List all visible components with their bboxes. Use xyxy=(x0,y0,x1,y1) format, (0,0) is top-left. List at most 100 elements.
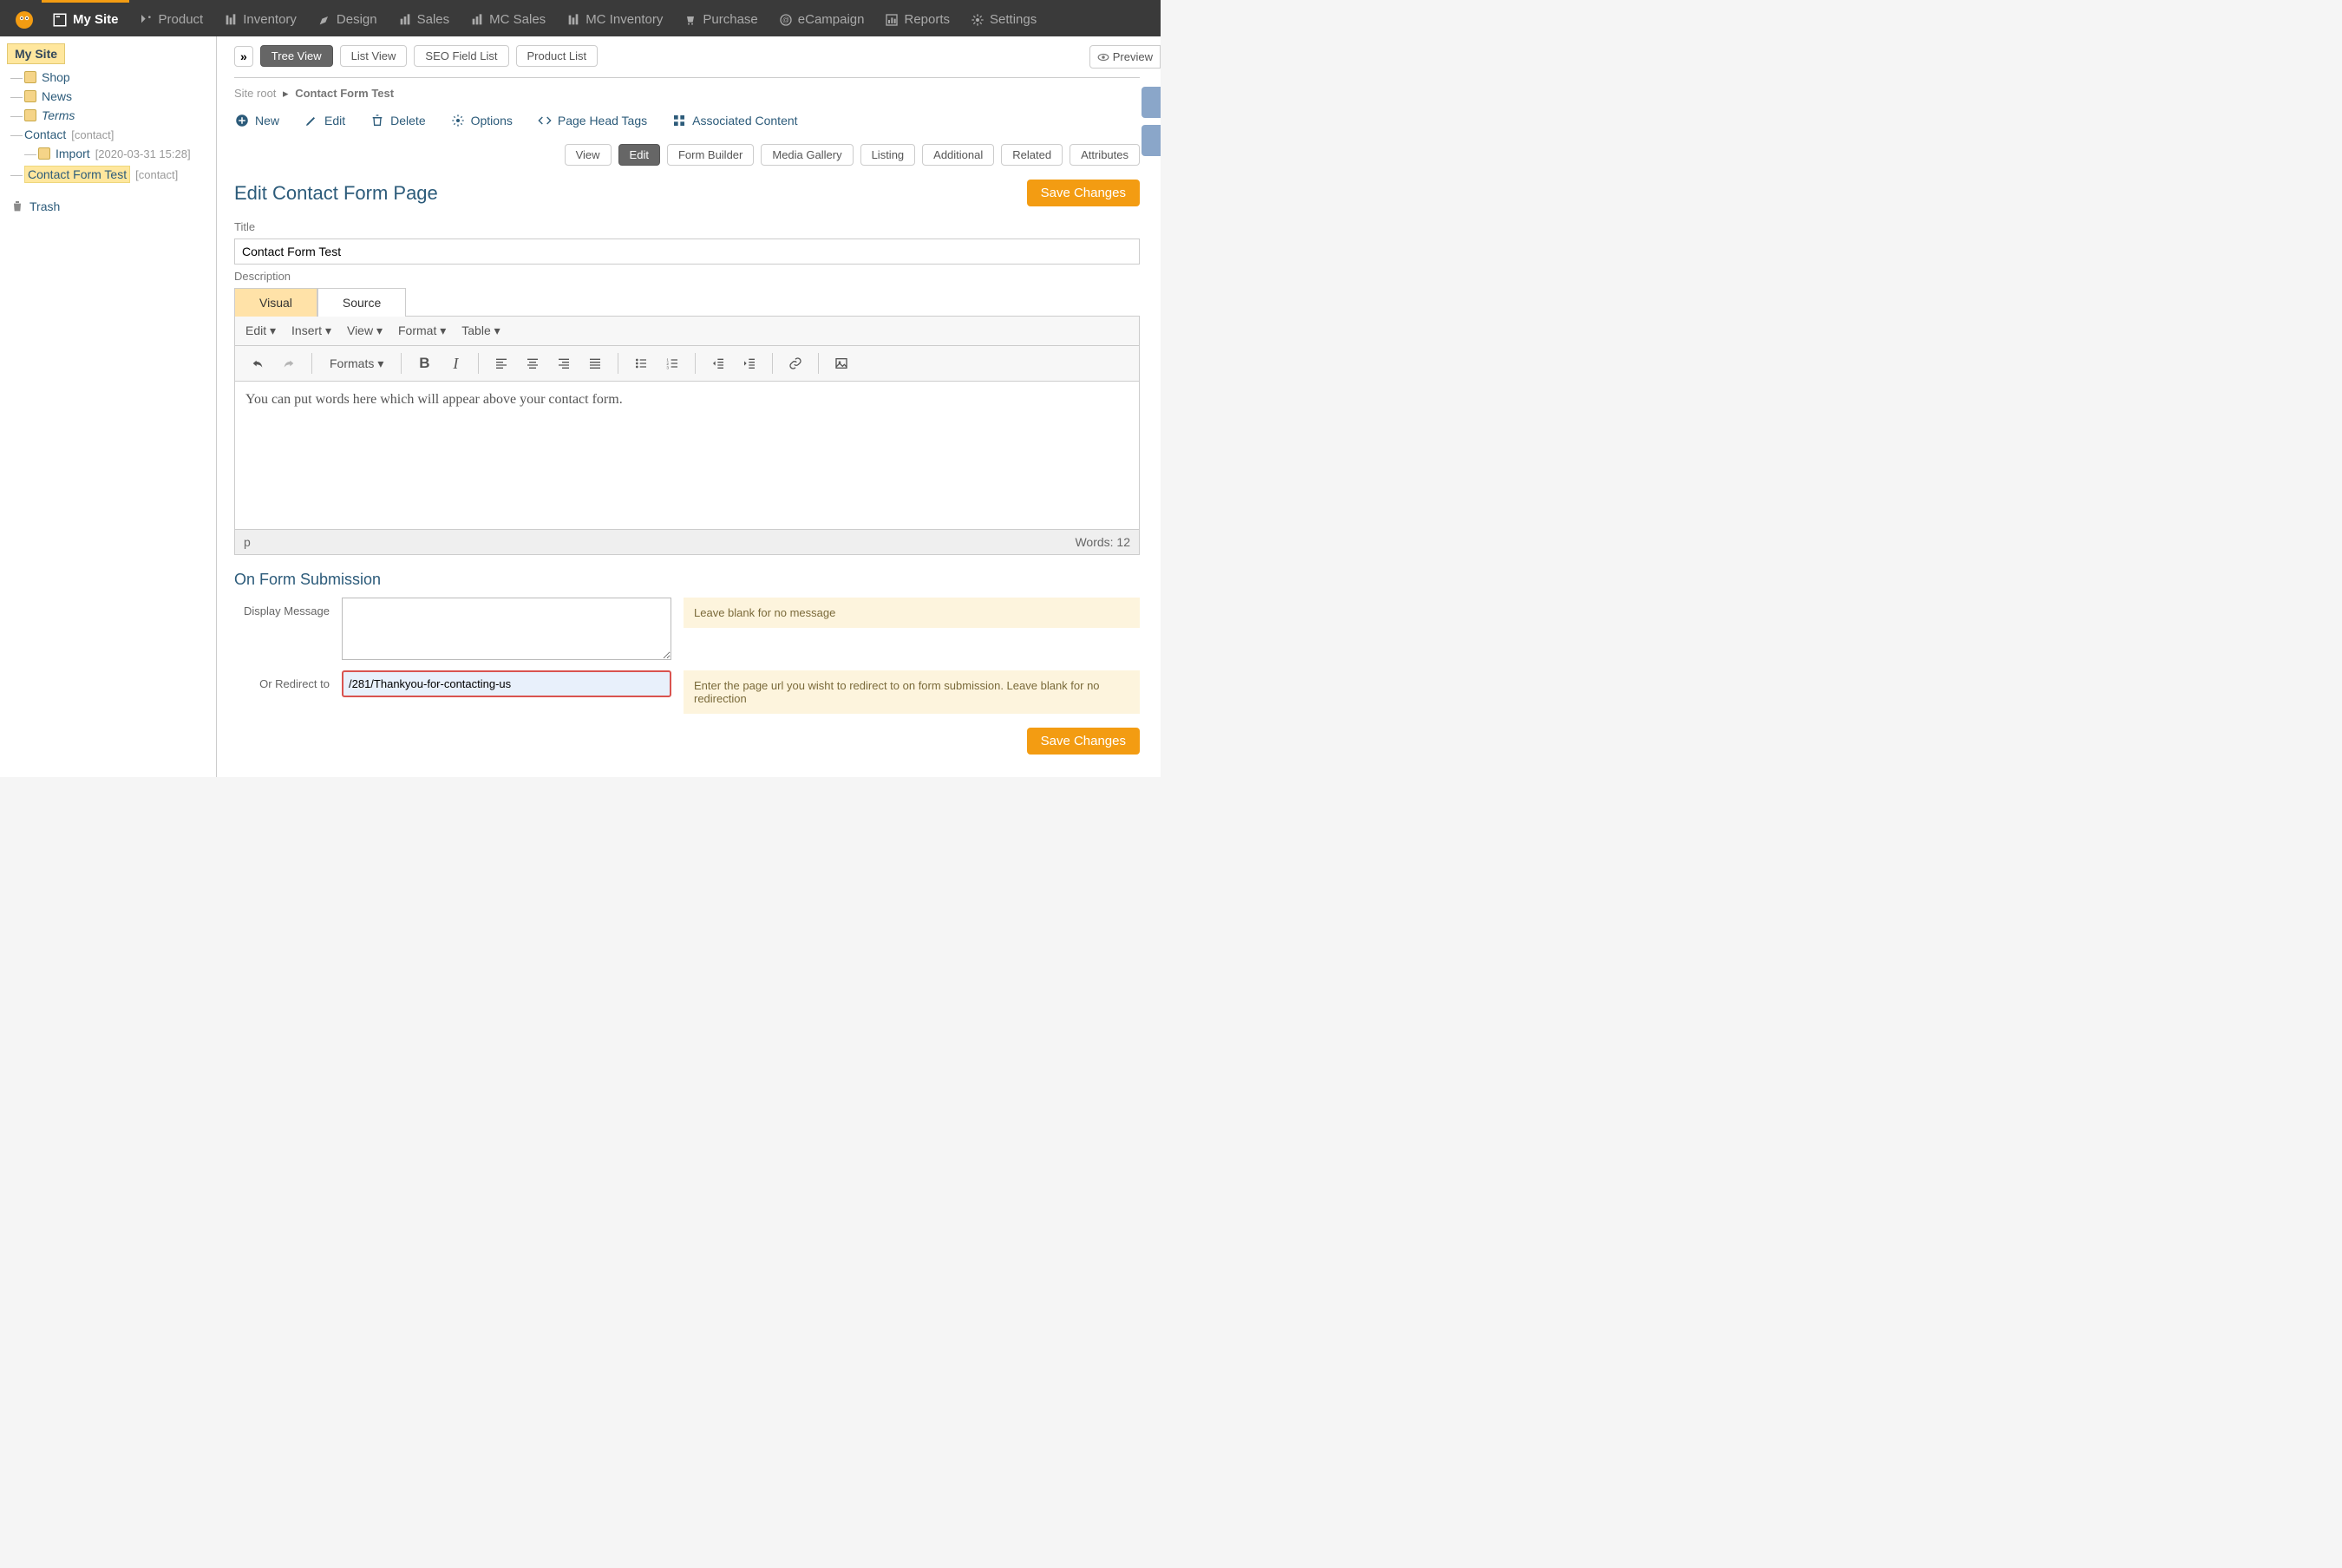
nav-ecampaign[interactable]: @eCampaign xyxy=(769,2,875,38)
folder-icon xyxy=(24,90,36,102)
menu-insert[interactable]: Insert ▾ xyxy=(291,323,331,338)
product-list-button[interactable]: Product List xyxy=(516,45,599,67)
align-justify-icon xyxy=(588,356,602,370)
title-input[interactable] xyxy=(234,238,1140,265)
save-button-bottom[interactable]: Save Changes xyxy=(1027,728,1140,755)
link-button[interactable] xyxy=(782,351,809,376)
tab-view[interactable]: View xyxy=(565,144,612,166)
side-tab-2[interactable] xyxy=(1142,125,1161,156)
nav-label: Product xyxy=(159,12,204,27)
nav-sales[interactable]: Sales xyxy=(388,2,461,38)
action-associated[interactable]: Associated Content xyxy=(671,113,797,128)
action-new[interactable]: New xyxy=(234,113,279,128)
expand-button[interactable]: » xyxy=(234,46,253,67)
editor-content[interactable]: You can put words here which will appear… xyxy=(235,382,1139,529)
tab-listing[interactable]: Listing xyxy=(860,144,916,166)
list-view-button[interactable]: List View xyxy=(340,45,408,67)
chevron-right-icon: ▸ xyxy=(283,87,289,100)
nav-mc-inventory[interactable]: MC Inventory xyxy=(556,2,673,38)
breadcrumb: Site root ▸ Contact Form Test xyxy=(234,78,1140,109)
editor-word-count: Words: 12 xyxy=(1075,535,1130,549)
action-delete[interactable]: Delete xyxy=(370,113,425,128)
image-button[interactable] xyxy=(828,351,855,376)
save-button[interactable]: Save Changes xyxy=(1027,180,1140,206)
nav-settings[interactable]: Settings xyxy=(960,2,1047,38)
redirect-hint: Enter the page url you wisht to redirect… xyxy=(684,670,1140,714)
action-options[interactable]: Options xyxy=(450,113,513,128)
display-message-label: Display Message xyxy=(234,598,330,617)
breadcrumb-current: Contact Form Test xyxy=(295,87,394,100)
tab-source[interactable]: Source xyxy=(317,288,406,317)
side-tab-1[interactable] xyxy=(1142,87,1161,118)
seo-list-button[interactable]: SEO Field List xyxy=(414,45,508,67)
indent-button[interactable] xyxy=(736,351,763,376)
plus-icon xyxy=(234,113,250,128)
tab-media-gallery[interactable]: Media Gallery xyxy=(761,144,853,166)
preview-button[interactable]: Preview xyxy=(1089,45,1161,69)
nav-label: MC Sales xyxy=(489,12,546,27)
tree-node-news[interactable]: News xyxy=(7,87,209,106)
nav-mc-sales[interactable]: MC Sales xyxy=(460,2,556,38)
trash[interactable]: Trash xyxy=(7,194,209,219)
nav-label: Settings xyxy=(990,12,1037,27)
align-left-button[interactable] xyxy=(487,351,515,376)
action-head-tags[interactable]: Page Head Tags xyxy=(537,113,647,128)
nav-reports[interactable]: Reports xyxy=(874,2,960,38)
formats-dropdown[interactable]: Formats ▾ xyxy=(321,353,392,375)
editor-toolbar: Formats ▾ B I 123 xyxy=(235,346,1139,382)
description-label: Description xyxy=(234,270,1140,283)
nav-inventory[interactable]: Inventory xyxy=(213,2,307,38)
menu-edit[interactable]: Edit ▾ xyxy=(245,323,276,338)
action-edit[interactable]: Edit xyxy=(304,113,345,128)
menu-view[interactable]: View ▾ xyxy=(347,323,383,338)
tree-node-terms[interactable]: Terms xyxy=(7,106,209,125)
tab-attributes[interactable]: Attributes xyxy=(1070,144,1140,166)
outdent-button[interactable] xyxy=(704,351,732,376)
menu-table[interactable]: Table ▾ xyxy=(461,323,500,338)
bold-button[interactable]: B xyxy=(410,351,438,376)
link-icon xyxy=(788,356,802,370)
tree-node-contact-form-test[interactable]: Contact Form Test [contact] xyxy=(7,163,209,186)
tree-node-contact[interactable]: Contact [contact] xyxy=(7,125,209,144)
nav-design[interactable]: Design xyxy=(307,2,388,38)
menu-format[interactable]: Format ▾ xyxy=(398,323,446,338)
tree-root[interactable]: My Site xyxy=(7,43,65,64)
tree-node-shop[interactable]: Shop xyxy=(7,68,209,87)
page-actions: New Edit Delete Options Page Head Tags A… xyxy=(234,109,1140,139)
folder-icon xyxy=(24,71,36,83)
italic-button[interactable]: I xyxy=(442,351,469,376)
view-toolbar: » Tree View List View SEO Field List Pro… xyxy=(234,45,1140,78)
redo-icon xyxy=(282,356,296,370)
code-icon xyxy=(537,113,553,128)
nav-my-site[interactable]: My Site xyxy=(42,0,129,36)
breadcrumb-root[interactable]: Site root xyxy=(234,87,276,100)
row-redirect: Or Redirect to Enter the page url you wi… xyxy=(234,670,1140,714)
number-list-button[interactable]: 123 xyxy=(658,351,686,376)
tab-visual[interactable]: Visual xyxy=(234,288,317,317)
section-heading: Edit Contact Form Page Save Changes xyxy=(234,171,1140,215)
tab-form-builder[interactable]: Form Builder xyxy=(667,144,754,166)
redo-button[interactable] xyxy=(275,351,303,376)
undo-button[interactable] xyxy=(244,351,271,376)
nav-label: MC Inventory xyxy=(586,12,663,27)
main: Preview » Tree View List View SEO Field … xyxy=(217,36,1161,777)
bullet-list-button[interactable] xyxy=(627,351,655,376)
tab-additional[interactable]: Additional xyxy=(922,144,994,166)
editor-statusbar: p Words: 12 xyxy=(235,529,1139,554)
redirect-input[interactable] xyxy=(342,670,671,697)
tree-node-import[interactable]: Import [2020-03-31 15:28] xyxy=(7,144,209,163)
align-justify-button[interactable] xyxy=(581,351,609,376)
nav-purchase[interactable]: Purchase xyxy=(673,2,768,38)
align-center-button[interactable] xyxy=(519,351,546,376)
tree-view-button[interactable]: Tree View xyxy=(260,45,333,67)
display-message-input[interactable] xyxy=(342,598,671,660)
align-right-button[interactable] xyxy=(550,351,578,376)
tab-related[interactable]: Related xyxy=(1001,144,1063,166)
redirect-label: Or Redirect to xyxy=(234,670,330,690)
sidebar: My Site Shop News Terms Contact [contact… xyxy=(0,36,217,777)
logo[interactable] xyxy=(7,10,42,30)
nav-product[interactable]: Product xyxy=(129,2,214,38)
list-ul-icon xyxy=(634,356,648,370)
right-side-tabs xyxy=(1142,87,1161,156)
tab-edit[interactable]: Edit xyxy=(618,144,660,166)
